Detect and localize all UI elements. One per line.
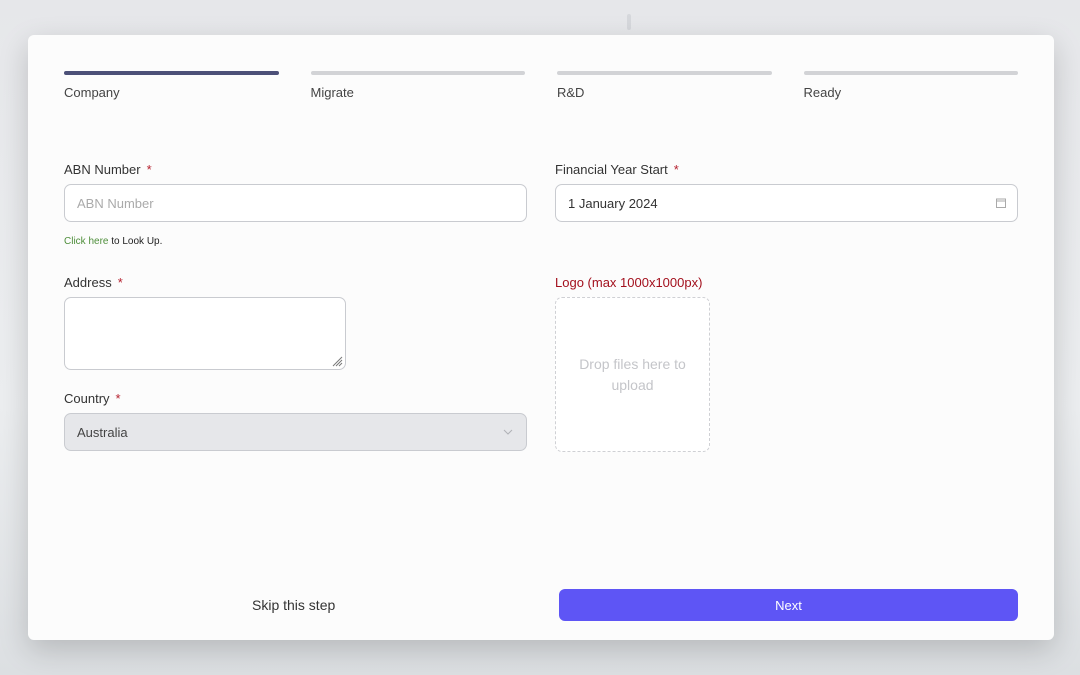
abn-placeholder: ABN Number <box>77 195 154 211</box>
resize-handle-icon[interactable] <box>331 355 343 367</box>
step-label: Migrate <box>310 85 354 100</box>
wizard-steps: Company Migrate R&D Ready <box>64 71 1018 100</box>
chevron-down-icon <box>503 429 513 435</box>
step-progress-bar <box>803 71 1018 75</box>
step-label: Company <box>64 85 120 100</box>
step-progress-bar <box>557 71 772 75</box>
background-decoration <box>627 14 631 30</box>
step-label: Ready <box>803 85 842 100</box>
abn-lookup-hint: Click here to Look Up. <box>64 236 162 247</box>
step-label: R&D <box>557 85 585 100</box>
abn-label: ABN Number * <box>64 162 152 177</box>
step-rnd[interactable]: R&D <box>557 71 772 100</box>
address-textarea[interactable] <box>64 297 346 370</box>
financial-year-input[interactable]: 1 January 2024 <box>555 184 1018 222</box>
logo-label: Logo (max 1000x1000px) <box>555 275 703 290</box>
required-mark: * <box>673 162 679 177</box>
abn-lookup-text: to Look Up. <box>108 236 163 247</box>
step-progress-bar <box>310 71 525 75</box>
next-button[interactable]: Next <box>559 589 1018 621</box>
step-migrate[interactable]: Migrate <box>310 71 525 100</box>
required-mark: * <box>117 275 123 290</box>
calendar-icon[interactable] <box>995 197 1007 209</box>
step-company[interactable]: Company <box>64 71 279 100</box>
financial-year-value: 1 January 2024 <box>568 195 658 211</box>
abn-label-text: ABN Number <box>64 162 141 177</box>
required-mark: * <box>115 391 121 406</box>
logo-dropzone[interactable]: Drop files here to upload <box>555 297 710 452</box>
abn-lookup-link[interactable]: Click here <box>64 236 108 247</box>
required-mark: * <box>146 162 152 177</box>
step-progress-bar <box>64 71 279 75</box>
dropzone-text: Drop files here to upload <box>579 355 686 393</box>
abn-input[interactable]: ABN Number <box>64 184 527 222</box>
country-select[interactable]: Australia <box>64 413 527 451</box>
address-label: Address * <box>64 275 123 290</box>
wizard-card: Company Migrate R&D Ready ABN Number * AB… <box>28 35 1054 640</box>
skip-step-button[interactable]: Skip this step <box>252 597 335 613</box>
country-label: Country * <box>64 391 121 406</box>
step-ready[interactable]: Ready <box>803 71 1018 100</box>
country-label-text: Country <box>64 391 110 406</box>
country-selected-value: Australia <box>77 424 128 440</box>
address-label-text: Address <box>64 275 112 290</box>
financial-year-label-text: Financial Year Start <box>555 162 668 177</box>
financial-year-label: Financial Year Start * <box>555 162 679 177</box>
